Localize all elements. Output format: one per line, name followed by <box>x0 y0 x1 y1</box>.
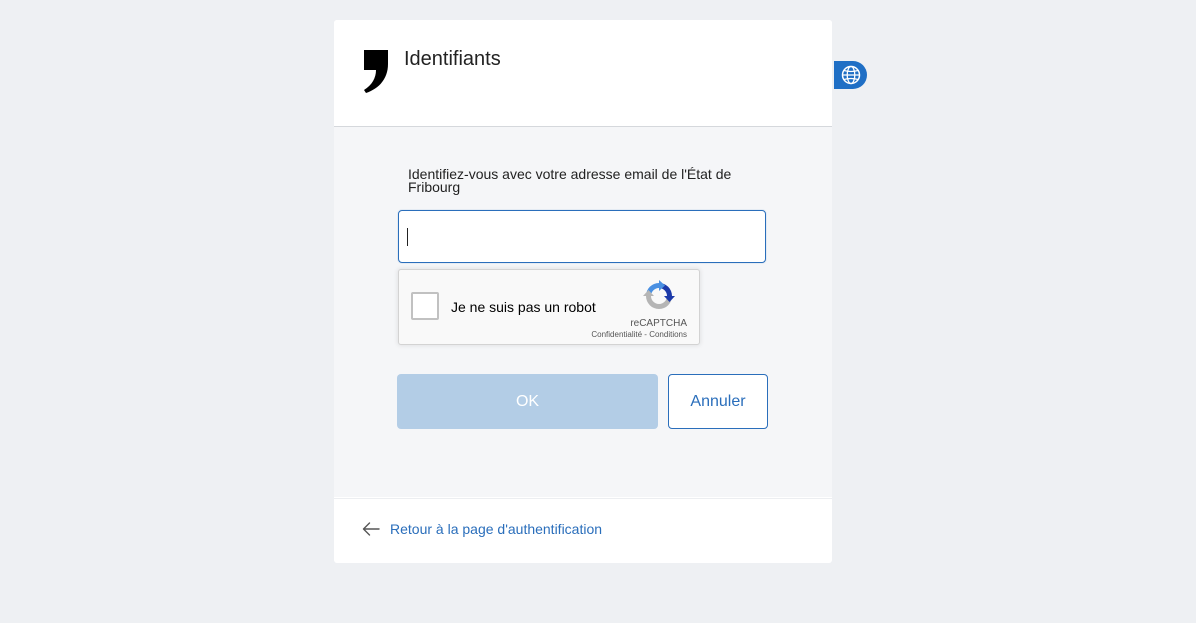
cancel-button[interactable]: Annuler <box>668 374 768 429</box>
recaptcha-widget: Je ne suis pas un robot reCAPTCHA Confid… <box>398 269 700 345</box>
recaptcha-brand: reCAPTCHA <box>630 318 687 329</box>
email-instruction: Identifiez-vous avec votre adresse email… <box>408 166 732 195</box>
recaptcha-label: Je ne suis pas un robot <box>451 299 596 315</box>
ok-button[interactable]: OK <box>397 374 658 429</box>
back-link-label: Retour à la page d'authentification <box>390 521 603 537</box>
globe-icon <box>841 65 860 85</box>
recaptcha-logo-icon <box>643 280 675 309</box>
login-card: Identifiants Identifiez-vous avec votre … <box>334 20 832 563</box>
recaptcha-privacy-link[interactable]: Confidentialité <box>591 330 642 339</box>
recaptcha-links: Confidentialité - Conditions <box>591 330 687 339</box>
back-to-authentication-link[interactable]: Retour à la page d'authentification <box>362 521 602 537</box>
email-field[interactable] <box>398 210 766 263</box>
text-caret <box>407 228 408 246</box>
page-title: Identifiants <box>404 48 501 70</box>
comma-logo-icon <box>364 50 388 93</box>
card-header: Identifiants <box>334 20 832 127</box>
language-selector-button[interactable] <box>834 61 867 89</box>
card-footer: Retour à la page d'authentification <box>334 498 832 563</box>
recaptcha-terms-link[interactable]: Conditions <box>649 330 687 339</box>
arrow-left-icon <box>362 522 380 536</box>
card-body: Identifiez-vous avec votre adresse email… <box>334 127 832 497</box>
recaptcha-checkbox[interactable] <box>411 292 439 320</box>
